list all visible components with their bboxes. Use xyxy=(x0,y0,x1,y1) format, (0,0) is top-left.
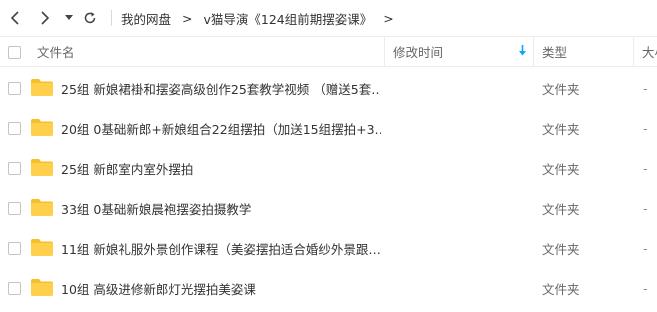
breadcrumb-item-root[interactable]: 我的网盘 xyxy=(121,9,171,28)
column-header-type[interactable]: 类型 xyxy=(542,37,567,66)
history-dropdown-button[interactable] xyxy=(60,9,78,27)
chevron-right-icon xyxy=(41,11,50,25)
refresh-button[interactable] xyxy=(81,9,99,27)
file-type: 文件夹 xyxy=(542,241,580,257)
file-row[interactable]: 20组 0基础新郎+新娘组合22组摆拍（加送15组摆拍+3… 文件夹 - xyxy=(0,108,657,148)
toolbar: 我的网盘 > v猫导演《124组前期摆姿课》 > xyxy=(0,0,657,36)
file-size: - xyxy=(643,80,648,96)
file-row[interactable]: 11组 新娘礼服外景创作课程（美姿摆拍适合婚纱外景跟… 文件夹 - xyxy=(0,228,657,268)
column-divider[interactable] xyxy=(533,37,534,66)
sort-descending-icon[interactable] xyxy=(518,45,527,57)
file-name[interactable]: 25组 新娘裙褂和摆姿高级创作25套教学视频 （赠送5套… xyxy=(61,68,381,108)
file-name[interactable]: 33组 0基础新娘晨袍摆姿拍摄教学 xyxy=(61,188,381,228)
breadcrumb: 我的网盘 > v猫导演《124组前期摆姿课》 > xyxy=(112,0,405,36)
folder-icon xyxy=(31,79,53,96)
back-button[interactable] xyxy=(6,9,24,27)
folder-icon xyxy=(31,279,53,296)
folder-icon xyxy=(31,239,53,256)
column-divider[interactable] xyxy=(384,37,385,66)
forward-button[interactable] xyxy=(36,9,54,27)
file-size: - xyxy=(643,160,648,176)
breadcrumb-item-current[interactable]: v猫导演《124组前期摆姿课》 xyxy=(204,9,373,28)
file-name[interactable]: 10组 高级进修新郎灯光摆拍美姿课 xyxy=(61,268,381,308)
file-list-header: 文件名 修改时间 类型 大小 xyxy=(0,36,657,67)
file-size: - xyxy=(643,200,648,216)
row-checkbox[interactable] xyxy=(8,162,21,175)
breadcrumb-trailing-chevron[interactable]: > xyxy=(383,11,393,26)
file-row[interactable]: 25组 新郎室内室外摆拍 文件夹 - xyxy=(0,148,657,188)
column-header-modified[interactable]: 修改时间 xyxy=(393,37,443,66)
row-checkbox[interactable] xyxy=(8,122,21,135)
file-size: - xyxy=(643,280,648,296)
file-type: 文件夹 xyxy=(542,281,580,297)
file-type: 文件夹 xyxy=(542,81,580,97)
column-divider[interactable] xyxy=(633,37,634,66)
column-header-size[interactable]: 大小 xyxy=(642,37,657,66)
breadcrumb-separator: > xyxy=(182,10,193,26)
row-checkbox[interactable] xyxy=(8,282,21,295)
folder-icon xyxy=(31,159,53,176)
file-name[interactable]: 11组 新娘礼服外景创作课程（美姿摆拍适合婚纱外景跟… xyxy=(61,228,381,268)
file-name[interactable]: 20组 0基础新郎+新娘组合22组摆拍（加送15组摆拍+3… xyxy=(61,108,381,148)
file-name[interactable]: 25组 新郎室内室外摆拍 xyxy=(61,148,381,188)
file-size: - xyxy=(643,120,648,136)
chevron-left-icon xyxy=(10,11,19,25)
file-type: 文件夹 xyxy=(542,161,580,177)
select-all-checkbox[interactable] xyxy=(8,46,21,59)
file-row[interactable]: 33组 0基础新娘晨袍摆姿拍摄教学 文件夹 - xyxy=(0,188,657,228)
file-size: - xyxy=(643,240,648,256)
file-row[interactable]: 10组 高级进修新郎灯光摆拍美姿课 文件夹 - xyxy=(0,268,657,308)
file-type: 文件夹 xyxy=(542,201,580,217)
file-type: 文件夹 xyxy=(542,121,580,137)
row-checkbox[interactable] xyxy=(8,82,21,95)
refresh-icon xyxy=(84,12,96,24)
folder-icon xyxy=(31,199,53,216)
caret-down-icon xyxy=(65,15,73,20)
row-checkbox[interactable] xyxy=(8,202,21,215)
row-checkbox[interactable] xyxy=(8,242,21,255)
column-header-name[interactable]: 文件名 xyxy=(37,37,75,66)
folder-icon xyxy=(31,119,53,136)
file-row[interactable]: 25组 新娘裙褂和摆姿高级创作25套教学视频 （赠送5套… 文件夹 - xyxy=(0,68,657,108)
